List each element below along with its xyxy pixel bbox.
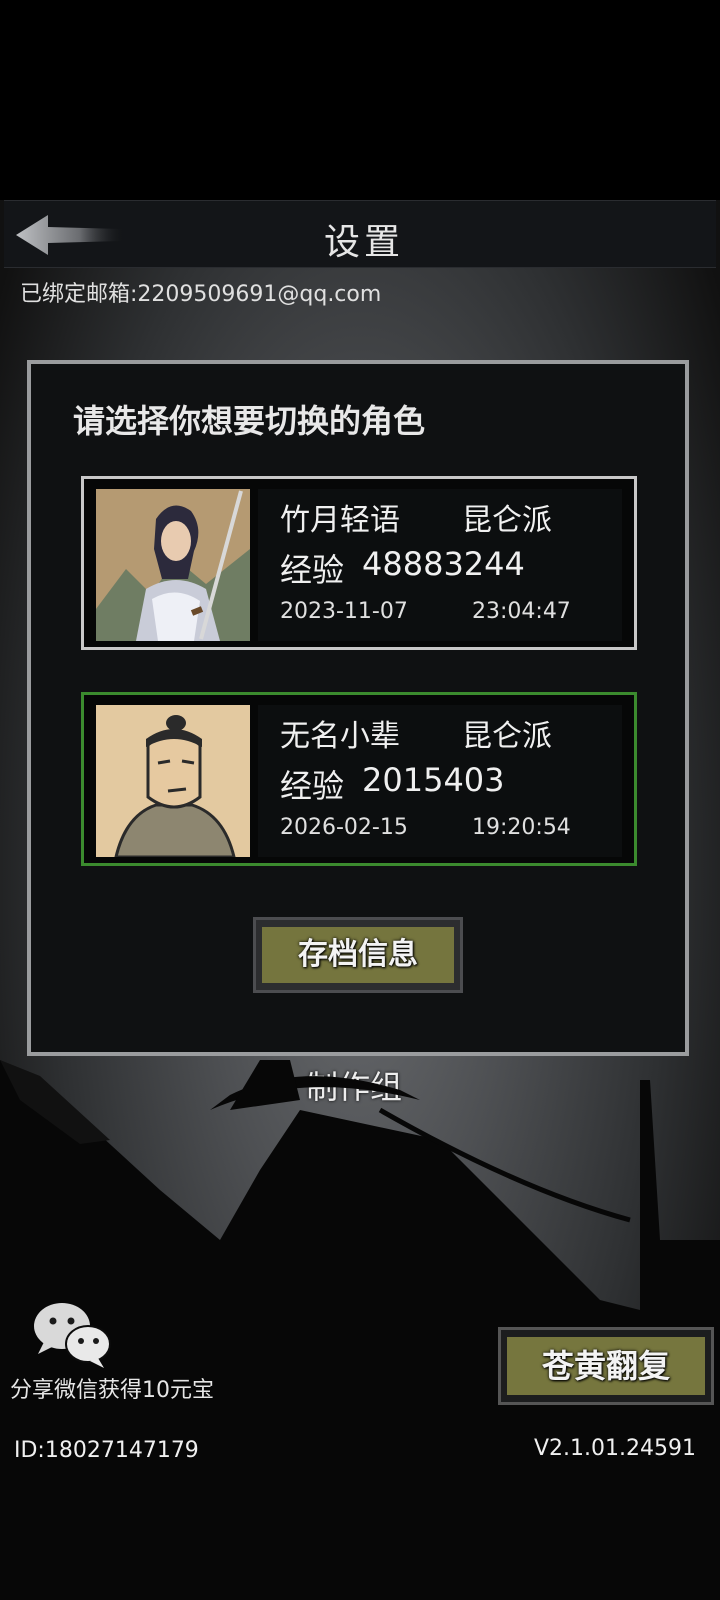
restore-label: 苍黄翻复: [507, 1337, 705, 1395]
role-exp-label: 经验: [280, 551, 345, 589]
save-info-label: 存档信息: [262, 927, 454, 983]
user-id: ID:18027147179: [14, 1438, 199, 1463]
role-card-2[interactable]: 无名小辈 昆仑派 经验 2015403 2026-02-15 19:20:54: [81, 692, 637, 866]
restore-button[interactable]: 苍黄翻复: [498, 1327, 714, 1405]
header-bar: 设置: [4, 200, 716, 268]
role-exp-value: 2015403: [362, 761, 505, 799]
role-exp-label: 经验: [280, 767, 345, 805]
wechat-icon[interactable]: [30, 1300, 114, 1370]
version-label: V2.1.01.24591: [534, 1436, 697, 1461]
bound-email-label: 已绑定邮箱:2209509691@qq.com: [20, 282, 382, 307]
role-date: 2023-11-07: [280, 599, 408, 624]
role-sect: 昆仑派: [462, 503, 552, 538]
role-exp-value: 48883244: [362, 545, 525, 583]
save-info-button[interactable]: 存档信息: [253, 917, 463, 993]
role-name: 无名小辈: [280, 719, 400, 754]
page-title: 设置: [323, 222, 404, 263]
top-black-area: [0, 0, 720, 200]
role-date: 2026-02-15: [280, 815, 408, 840]
role-card-1[interactable]: 竹月轻语 昆仑派 经验 48883244 2023-11-07 23:04:47: [81, 476, 637, 650]
role-name: 竹月轻语: [280, 503, 400, 538]
panel-title: 请选择你想要切换的角色: [73, 402, 426, 440]
role-select-panel: 请选择你想要切换的角色 竹月轻语 昆仑派 经验 48883244 2023-11…: [27, 360, 689, 1056]
role-time: 19:20:54: [472, 815, 571, 840]
role-time: 23:04:47: [472, 599, 571, 624]
role-sect: 昆仑派: [462, 719, 552, 754]
female-swordswoman-portrait: [96, 489, 250, 641]
male-novice-portrait: [96, 705, 250, 857]
share-wechat-label[interactable]: 分享微信获得10元宝: [10, 1372, 214, 1404]
